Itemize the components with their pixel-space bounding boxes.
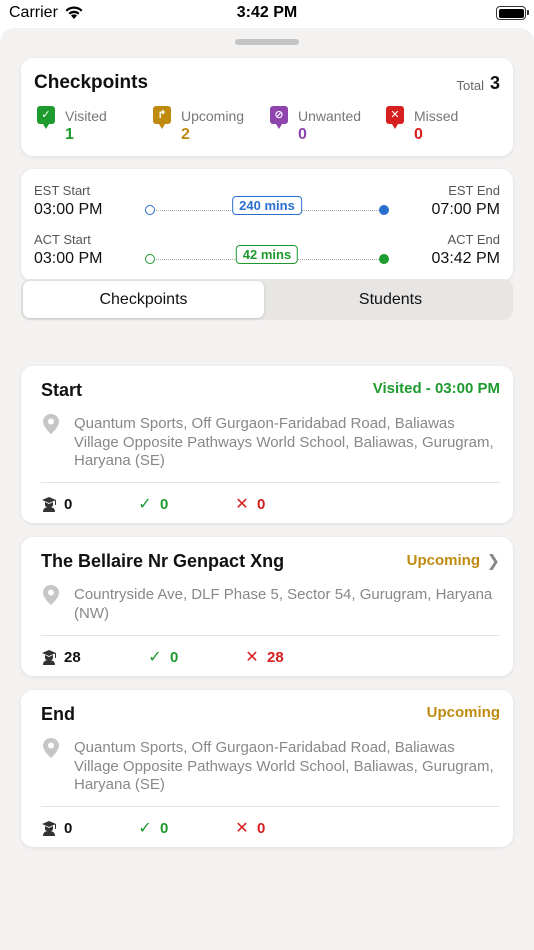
x-mark-icon: ✕ xyxy=(235,820,249,837)
checkmark-icon: ✓ xyxy=(138,820,152,837)
count-value: 28 xyxy=(64,648,81,666)
start-node-icon xyxy=(145,254,155,264)
tab-checkpoints[interactable]: Checkpoints xyxy=(23,281,264,318)
checkpoint-counts: 28 ✓ 0 ✕ 28 xyxy=(41,647,501,667)
end-node-icon xyxy=(379,205,389,215)
divider xyxy=(41,482,500,483)
count-value: 28 xyxy=(267,648,284,666)
forward-arrow-icon: ↱ xyxy=(153,106,171,129)
actual-time-row: ACT Start 03:00 PM 42 mins ACT End 03:42… xyxy=(21,232,513,278)
count-value: 0 xyxy=(257,819,266,837)
act-end-label: ACT End xyxy=(447,232,500,247)
present-count: ✓ 0 xyxy=(137,494,168,514)
student-icon xyxy=(42,650,56,665)
checkpoint-card[interactable]: End Upcoming Quantum Sports, Off Gurgaon… xyxy=(21,690,513,847)
end-node-icon xyxy=(379,254,389,264)
battery-icon xyxy=(496,6,529,20)
est-start-value: 03:00 PM xyxy=(34,201,103,218)
stat-value: 0 xyxy=(298,126,307,143)
stat-value: 0 xyxy=(414,126,423,143)
clock: 3:42 PM xyxy=(236,4,298,21)
count-value: 0 xyxy=(64,495,73,513)
checkpoint-status: Upcoming xyxy=(406,552,480,569)
act-end-value: 03:42 PM xyxy=(431,250,500,267)
present-count: ✓ 0 xyxy=(147,647,178,667)
est-duration: 240 mins xyxy=(232,196,302,215)
stat-label: Missed xyxy=(414,108,459,124)
act-timeline: 42 mins xyxy=(145,245,389,266)
estimated-time-row: EST Start 03:00 PM 240 mins EST End 07:0… xyxy=(21,183,513,229)
stat-value: 2 xyxy=(181,126,190,143)
x-mark-icon: ✕ xyxy=(245,649,259,666)
location-pin-icon xyxy=(43,585,59,605)
est-end-value: 07:00 PM xyxy=(431,201,500,218)
total-label: Total xyxy=(456,78,484,93)
sheet-grabber[interactable] xyxy=(235,39,299,45)
checkmark-icon: ✓ xyxy=(148,649,162,666)
est-start-label: EST Start xyxy=(34,183,91,198)
checkpoint-card[interactable]: The Bellaire Nr Genpact Xng Upcoming ❯ C… xyxy=(21,537,513,676)
students-count: 28 xyxy=(41,647,81,667)
summary-card: Checkpoints Total 3 ✓ Visited 1 ↱ Upcomi… xyxy=(21,58,513,156)
x-mark-icon: ✕ xyxy=(235,496,249,513)
prohibited-icon: ⊘ xyxy=(270,106,288,129)
act-start-value: 03:00 PM xyxy=(34,250,103,267)
checkpoint-address: Quantum Sports, Off Gurgaon-Faridabad Ro… xyxy=(74,739,494,793)
start-node-icon xyxy=(145,205,155,215)
checkpoint-counts: 0 ✓ 0 ✕ 0 xyxy=(41,494,501,514)
checkpoint-title: Start xyxy=(41,380,83,400)
tab-students[interactable]: Students xyxy=(270,281,511,318)
est-timeline: 240 mins xyxy=(145,196,389,217)
chevron-right-icon[interactable]: ❯ xyxy=(487,551,500,571)
absent-count: ✕ 0 xyxy=(234,818,265,838)
location-pin-icon xyxy=(43,738,59,758)
count-value: 0 xyxy=(64,819,73,837)
checkpoint-counts: 0 ✓ 0 ✕ 0 xyxy=(41,818,501,838)
checkmark-icon: ✓ xyxy=(138,496,152,513)
present-count: ✓ 0 xyxy=(137,818,168,838)
checkpoint-address: Quantum Sports, Off Gurgaon-Faridabad Ro… xyxy=(74,415,494,469)
checkpoint-address: Countryside Ave, DLF Phase 5, Sector 54,… xyxy=(74,586,493,622)
location-pin-icon xyxy=(43,414,59,434)
times-card: EST Start 03:00 PM 240 mins EST End 07:0… xyxy=(21,169,513,281)
students-count: 0 xyxy=(41,494,72,514)
summary-title: Checkpoints xyxy=(34,72,149,93)
act-duration: 42 mins xyxy=(235,245,299,264)
stat-label: Upcoming xyxy=(181,108,245,124)
total-value: 3 xyxy=(489,73,500,93)
act-start-label: ACT Start xyxy=(34,232,91,247)
status-bar: Carrier 3:42 PM xyxy=(0,0,534,28)
checkpoint-status: Upcoming xyxy=(426,704,500,721)
count-value: 0 xyxy=(160,819,169,837)
stat-label: Visited xyxy=(65,108,107,124)
stat-label: Unwanted xyxy=(298,108,362,124)
checkpoint-title: The Bellaire Nr Genpact Xng xyxy=(41,551,285,571)
checkpoint-card[interactable]: Start Visited - 03:00 PM Quantum Sports,… xyxy=(21,366,513,523)
check-icon: ✓ xyxy=(37,106,55,129)
cross-icon: ✕ xyxy=(386,106,404,129)
checkpoint-title: End xyxy=(41,704,75,724)
est-end-label: EST End xyxy=(448,183,500,198)
divider xyxy=(41,806,500,807)
stat-value: 1 xyxy=(65,126,74,143)
student-icon xyxy=(42,497,56,512)
view-segmented-control: Checkpoints Students xyxy=(21,279,513,320)
checkpoint-status: Visited - 03:00 PM xyxy=(372,380,500,397)
students-count: 0 xyxy=(41,818,72,838)
count-value: 0 xyxy=(160,495,169,513)
student-icon xyxy=(42,821,56,836)
absent-count: ✕ 28 xyxy=(244,647,284,667)
count-value: 0 xyxy=(257,495,266,513)
divider xyxy=(41,635,500,636)
absent-count: ✕ 0 xyxy=(234,494,265,514)
count-value: 0 xyxy=(170,648,179,666)
